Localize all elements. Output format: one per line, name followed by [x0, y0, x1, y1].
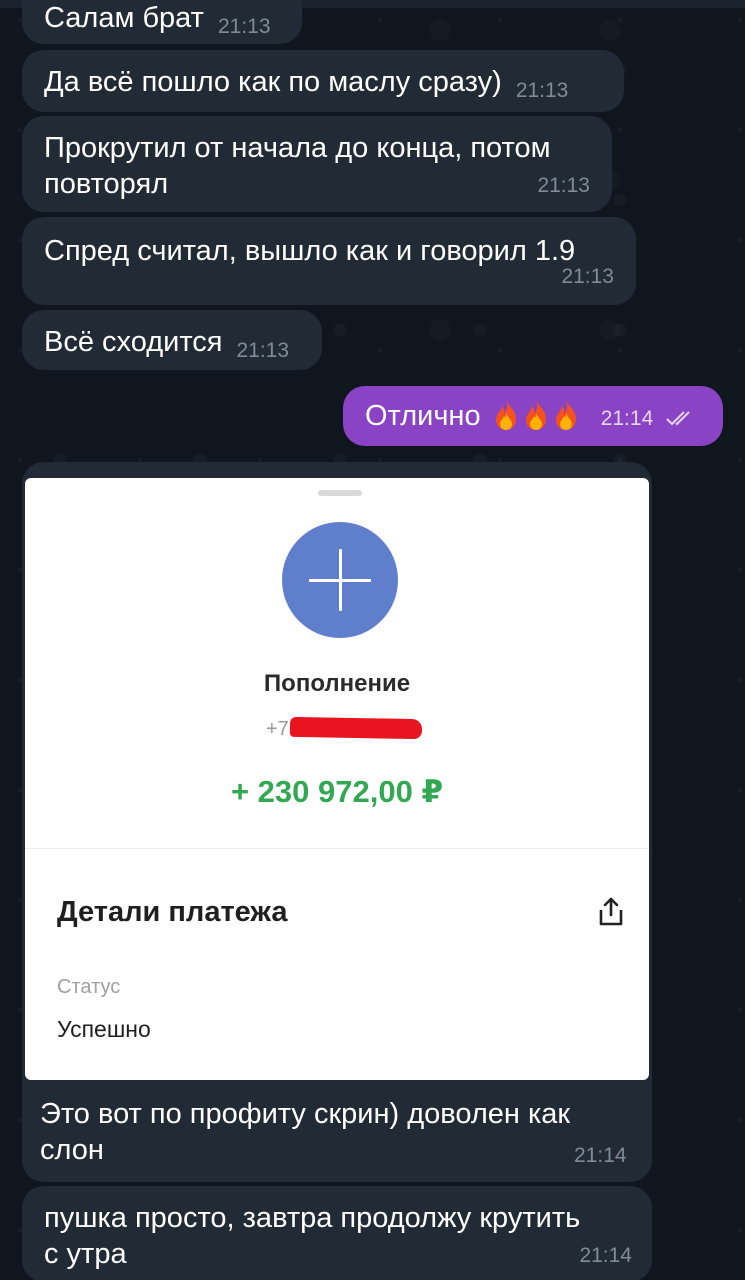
message-time: 21:13 — [217, 15, 271, 38]
message-time: 21:13 — [515, 79, 569, 102]
message-text: Отлично — [365, 400, 481, 432]
payment-amount: + 230 972,00 ₽ — [230, 774, 444, 809]
message-bubble[interactable]: пушка просто, завтра продолжу крутить с … — [22, 1186, 652, 1280]
sheet-grip — [318, 490, 362, 496]
redaction-mark — [289, 716, 423, 740]
details-heading: Детали платежа — [57, 896, 288, 928]
caption-line: Это вот по профиту скрин) доволен как — [40, 1098, 571, 1130]
message-text: пушка просто, завтра продолжу крутить — [44, 1202, 581, 1234]
double-check-icon — [666, 411, 691, 426]
message-bubble[interactable]: Прокрутил от начала до конца, потом повт… — [22, 116, 612, 212]
message-text: Прокрутил от начала до конца, потом — [44, 132, 551, 164]
payment-title: Пополнение — [263, 670, 411, 697]
plus-icon — [282, 522, 398, 638]
phone-prefix: +7 — [266, 718, 289, 740]
message-text: Салам брат — [44, 2, 204, 34]
fire-icon — [525, 400, 546, 430]
share-icon — [599, 897, 623, 926]
outgoing-message-bubble[interactable]: Отлично 21:14 — [343, 386, 723, 446]
message-time: 21:14 — [574, 1144, 627, 1167]
message-bubble[interactable]: Салам брат 21:13 — [22, 0, 302, 44]
message-time: 21:14 — [600, 407, 654, 430]
message-time: 21:13 — [236, 339, 290, 362]
message-bubble[interactable]: Спред считал, вышло как и говорил 1.9 21… — [22, 217, 636, 305]
message-text: с утра — [44, 1238, 127, 1270]
message-text: Спред считал, вышло как и говорил 1.9 — [44, 235, 576, 267]
message-text: Да всё пошло как по маслу сразу) — [44, 66, 502, 98]
message-time: 21:13 — [537, 174, 590, 197]
divider — [25, 848, 649, 849]
payment-screenshot[interactable]: Пополнение +7 + 230 972,00 ₽ Детали плат… — [25, 478, 649, 1080]
message-bubble[interactable]: Всё сходится 21:13 — [22, 310, 322, 370]
message-text: повторял — [44, 168, 169, 200]
fire-icon — [555, 400, 576, 430]
photo-caption: Это вот по профиту скрин) доволен как сл… — [40, 1096, 630, 1168]
caption-line: слон — [40, 1134, 104, 1166]
fire-icon — [495, 400, 516, 430]
message-text: Всё сходится — [44, 326, 223, 358]
message-time: 21:14 — [579, 1244, 632, 1267]
status-value: Успешно — [57, 1016, 151, 1042]
status-label: Статус — [57, 976, 121, 998]
message-bubble[interactable]: Да всё пошло как по маслу сразу) 21:13 — [22, 50, 624, 112]
